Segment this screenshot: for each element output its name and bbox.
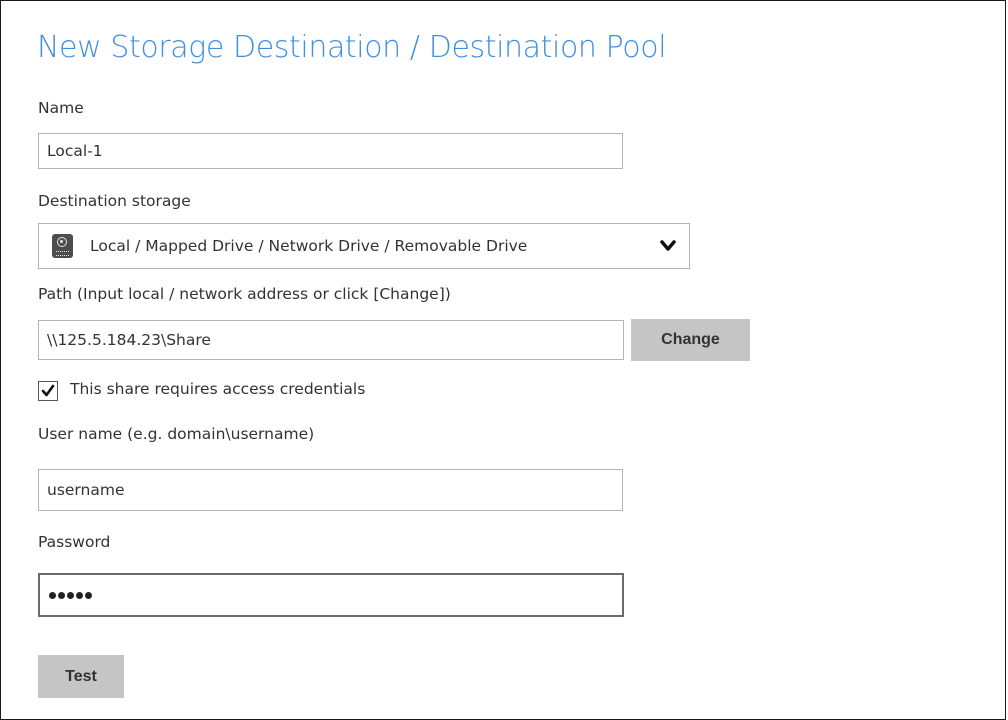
- dialog-title: New Storage Destination / Destination Po…: [37, 30, 667, 65]
- username-label: User name (e.g. domain\username): [38, 425, 315, 443]
- name-label: Name: [38, 99, 84, 117]
- credentials-checkbox[interactable]: [38, 381, 58, 401]
- credentials-checkbox-label: This share requires access credentials: [70, 380, 366, 398]
- path-input[interactable]: \\125.5.184.23\Share: [38, 320, 624, 360]
- password-input[interactable]: ●●●●●: [38, 573, 624, 617]
- destination-storage-select[interactable]: Local / Mapped Drive / Network Drive / R…: [38, 223, 690, 269]
- username-input[interactable]: username: [38, 469, 623, 511]
- hard-drive-icon: [52, 234, 73, 258]
- path-label: Path (Input local / network address or c…: [38, 285, 451, 303]
- destination-storage-value: Local / Mapped Drive / Network Drive / R…: [90, 237, 528, 255]
- destination-storage-label: Destination storage: [38, 192, 191, 210]
- chevron-down-icon: [660, 240, 676, 251]
- password-label: Password: [38, 533, 111, 551]
- name-input[interactable]: Local-1: [38, 133, 623, 169]
- password-mask: [49, 575, 92, 615]
- test-button[interactable]: Test: [38, 655, 124, 698]
- checkmark-icon: [41, 384, 55, 397]
- change-button[interactable]: Change: [631, 319, 750, 361]
